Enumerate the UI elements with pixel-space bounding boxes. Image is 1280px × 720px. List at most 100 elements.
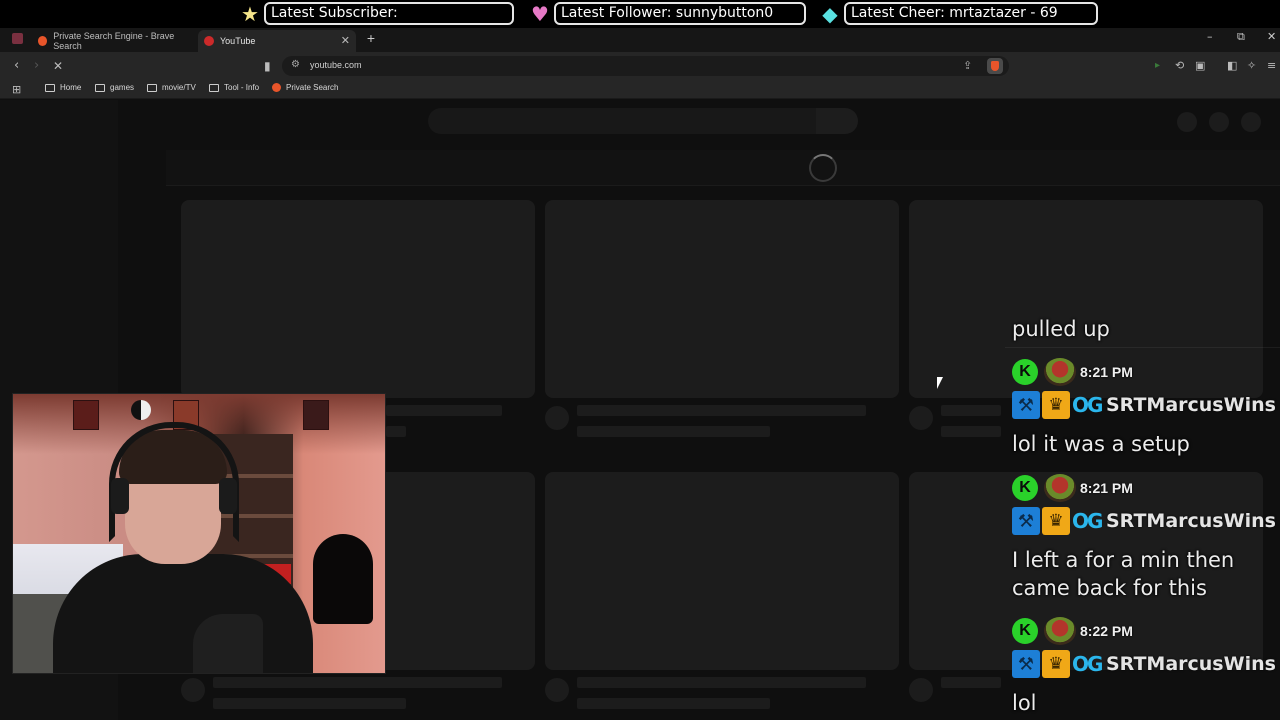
video-thumbnail-skeleton[interactable]	[545, 200, 899, 398]
og-badge-icon: OG	[1072, 393, 1103, 417]
mouse-cursor-icon	[937, 377, 943, 389]
apps-grid-icon[interactable]: ⊞	[12, 84, 21, 95]
webcam-overlay	[12, 393, 386, 674]
meta-skeleton	[213, 698, 406, 709]
brave-icon	[272, 83, 281, 92]
bookmark-tool-info[interactable]: Tool - Info	[209, 83, 259, 92]
kick-badge-icon: K	[1012, 618, 1038, 644]
chat-timestamp: 8:22 PM	[1080, 623, 1133, 639]
channel-avatar-skeleton	[181, 678, 205, 702]
notifications-icon-skeleton[interactable]	[1209, 112, 1229, 132]
chat-username: SRTMarcusWins	[1106, 394, 1276, 416]
diamond-icon: ◆	[822, 1, 838, 26]
minimize-icon[interactable]: –	[1207, 30, 1213, 43]
avatar-skeleton[interactable]	[1241, 112, 1261, 132]
close-tab-icon[interactable]: ✕	[341, 34, 350, 47]
sidebar-toggle-icon[interactable]: ◧	[1227, 58, 1237, 74]
chat-message-text: came back for this	[1012, 576, 1207, 600]
star-icon: ★	[241, 1, 259, 26]
stop-loading-icon[interactable]: ✕	[53, 58, 63, 74]
chat-message-meta: K 8:21 PM	[1012, 474, 1133, 502]
video-thumbnail-skeleton[interactable]	[545, 472, 899, 670]
latest-cheer-text: Latest Cheer: mrtaztazer - 69	[844, 2, 1098, 25]
meta-skeleton	[577, 698, 770, 709]
youtube-icon	[204, 36, 214, 46]
chat-message-meta: K 8:21 PM	[1012, 358, 1133, 386]
chip-bar-skeleton	[166, 150, 1280, 186]
chat-message-text: pulled up	[1012, 317, 1110, 341]
og-badge-icon: OG	[1072, 652, 1103, 676]
meta-skeleton	[577, 426, 770, 437]
create-icon-skeleton[interactable]	[1177, 112, 1197, 132]
bookmarks-bar: ⊞ Home games movie/TV Tool - Info Privat…	[0, 80, 1280, 99]
bookmark-home[interactable]: Home	[45, 83, 81, 92]
latest-follower-text: Latest Follower: sunnybutton0	[554, 2, 806, 25]
chat-username-row: ⚒ ♛ OG SRTMarcusWins	[1012, 506, 1276, 536]
chat-username-row: ⚒ ♛ OG SRTMarcusWins	[1012, 390, 1276, 420]
forward-icon[interactable]: ›	[34, 58, 39, 74]
crown-icon: ♛	[1042, 507, 1070, 535]
share-icon[interactable]: ⇪	[963, 59, 972, 72]
bookmark-label: Home	[60, 83, 82, 92]
site-info-icon[interactable]: ⚙	[291, 59, 300, 70]
avatar	[1044, 617, 1076, 645]
chat-username-row: ⚒ ♛ OG SRTMarcusWins	[1012, 649, 1276, 679]
wallet-icon[interactable]: ▣	[1195, 58, 1205, 74]
tab-youtube[interactable]: YouTube ✕	[198, 30, 356, 52]
channel-avatar-skeleton	[909, 678, 933, 702]
vpn-icon[interactable]: ▸	[1155, 58, 1160, 74]
video-thumbnail-skeleton[interactable]	[181, 200, 535, 398]
channel-avatar-skeleton	[909, 406, 933, 430]
extensions-icon[interactable]: ⟲	[1175, 58, 1184, 74]
folder-icon	[209, 83, 219, 92]
tab-strip: Private Search Engine - Brave Search You…	[0, 28, 1280, 52]
og-badge-icon: OG	[1072, 509, 1103, 533]
heart-icon: ♥	[531, 1, 549, 26]
bookmark-games[interactable]: games	[95, 83, 134, 92]
moderator-hammer-icon: ⚒	[1012, 650, 1040, 678]
brave-shields-icon[interactable]	[987, 58, 1003, 74]
title-skeleton	[941, 677, 1001, 688]
chat-username: SRTMarcusWins	[1106, 653, 1276, 675]
leo-icon[interactable]: ✧	[1247, 58, 1256, 74]
close-window-icon[interactable]: ✕	[1267, 30, 1276, 43]
address-bar[interactable]: ⚙ youtube.com ⇪	[282, 56, 1009, 76]
bookmark-movie-tv[interactable]: movie/TV	[147, 83, 196, 92]
youtube-search-skeleton[interactable]	[428, 108, 816, 134]
new-tab-button[interactable]: +	[364, 30, 378, 46]
kick-badge-icon: K	[1012, 475, 1038, 501]
folder-icon	[95, 83, 105, 92]
chat-username: SRTMarcusWins	[1106, 510, 1276, 532]
latest-cheer-widget: ◆ Latest Cheer: mrtaztazer - 69	[820, 2, 1098, 25]
bookmark-icon[interactable]: ▮	[264, 58, 271, 74]
channel-avatar-skeleton	[545, 406, 569, 430]
latest-follower-widget: ♥ Latest Follower: sunnybutton0	[530, 2, 806, 25]
chat-timestamp: 8:21 PM	[1080, 364, 1133, 380]
title-skeleton	[577, 405, 866, 416]
menu-icon[interactable]: ≡	[1267, 58, 1276, 74]
brave-icon	[38, 36, 48, 46]
back-icon[interactable]: ‹	[14, 58, 19, 74]
channel-avatar-skeleton	[545, 678, 569, 702]
youtube-search-button-skeleton[interactable]	[816, 108, 858, 134]
bookmark-private-search[interactable]: Private Search	[272, 83, 338, 92]
tab-title: Private Search Engine - Brave Search	[53, 31, 175, 51]
chat-message-text: lol	[1012, 691, 1037, 715]
brave-menu-icon[interactable]	[12, 33, 23, 44]
bookmark-label: Tool - Info	[224, 83, 260, 92]
maximize-icon[interactable]: ⧉	[1237, 30, 1245, 44]
folder-icon	[147, 83, 157, 92]
title-skeleton	[941, 405, 1001, 416]
chat-timestamp: 8:21 PM	[1080, 480, 1133, 496]
folder-icon	[45, 83, 55, 92]
moderator-hammer-icon: ⚒	[1012, 391, 1040, 419]
stream-overlay-bar: ★ Latest Subscriber: ♥ Latest Follower: …	[0, 0, 1280, 28]
bookmark-label: movie/TV	[162, 83, 196, 92]
title-skeleton	[577, 677, 866, 688]
avatar	[1044, 358, 1076, 386]
tab-title: YouTube	[220, 36, 256, 46]
chat-overlay: pulled up K 8:21 PM ⚒ ♛ OG SRTMarcusWins…	[1005, 314, 1280, 720]
crown-icon: ♛	[1042, 650, 1070, 678]
tab-brave-search[interactable]: Private Search Engine - Brave Search	[32, 30, 194, 52]
avatar	[1044, 474, 1076, 502]
